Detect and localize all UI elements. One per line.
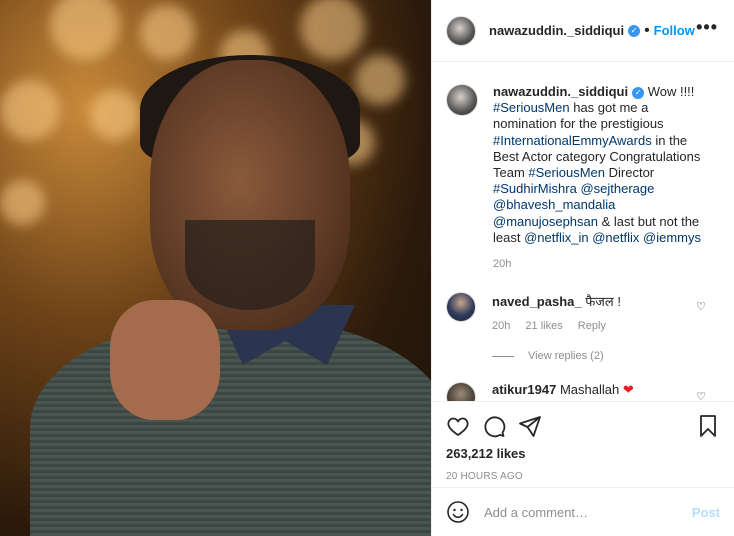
comment-text: Mashallah [559, 382, 620, 398]
caption-text-segment: Director [605, 165, 655, 181]
more-options-icon[interactable]: ••• [696, 18, 718, 36]
comment-username[interactable]: atikur1947 [492, 382, 556, 397]
separator-dot: • [644, 21, 650, 39]
bookmark-icon[interactable] [696, 414, 720, 438]
caption: nawazuddin._siddiqui ✓ Wow !!!! #SeriousM… [432, 62, 734, 272]
caption-tag-link[interactable]: @netflix_in [524, 230, 589, 245]
share-send-icon[interactable] [518, 414, 542, 438]
caption-tag-link[interactable]: @manujosephsan [493, 214, 598, 229]
add-comment-bar: Post [432, 487, 734, 536]
caption-text: nawazuddin._siddiqui ✓ Wow !!!! #SeriousM… [493, 84, 713, 272]
comment-meta: 20h 21 likes Reply [492, 320, 720, 332]
caption-tag-link[interactable]: @sejtherage [580, 181, 654, 196]
action-icons [432, 402, 734, 450]
post-sidebar: nawazuddin._siddiqui ✓ • Follow ••• nawa… [431, 0, 734, 536]
comment-text: फैजल ! [585, 294, 621, 310]
caption-tag-link[interactable]: #SeriousMen [493, 100, 570, 115]
caption-text-segment: Wow !!!! [647, 84, 695, 99]
instagram-post: nawazuddin._siddiqui ✓ • Follow ••• nawa… [0, 0, 734, 536]
comment-username[interactable]: naved_pasha_ [492, 294, 582, 309]
divider [492, 355, 514, 357]
verified-badge-icon: ✓ [632, 86, 645, 99]
red-heart-emoji-icon: ❤ [622, 382, 634, 398]
verified-badge-icon: ✓ [628, 24, 641, 37]
comments-list[interactable]: nawazuddin._siddiqui ✓ Wow !!!! #SeriousM… [432, 62, 734, 402]
avatar[interactable] [446, 15, 476, 46]
like-comment-heart-icon[interactable]: ♡ [696, 300, 706, 313]
post-comment-button[interactable]: Post [692, 505, 720, 520]
action-bar: 263,212 likes 20 HOURS AGO [432, 401, 734, 482]
likes-count[interactable]: 263,212 likes [432, 446, 734, 461]
comment-body: atikur1947 Mashallah ❤ [492, 382, 720, 402]
view-replies-button[interactable]: View replies (2) [492, 350, 734, 362]
comment-time[interactable]: 20h [492, 320, 510, 332]
caption-time[interactable]: 20h [493, 256, 713, 272]
header-username[interactable]: nawazuddin._siddiqui [489, 23, 624, 38]
post-image[interactable] [0, 0, 431, 536]
comment-body: naved_pasha_ फैजल ! 20h 21 likes Reply [492, 292, 720, 332]
post-age[interactable]: 20 HOURS AGO [432, 471, 734, 482]
avatar[interactable] [446, 292, 476, 323]
caption-username[interactable]: nawazuddin._siddiqui [493, 84, 628, 99]
comment-item: naved_pasha_ फैजल ! 20h 21 likes Reply ♡ [432, 292, 734, 332]
emoji-smiley-icon[interactable] [446, 500, 470, 524]
avatar[interactable] [446, 382, 476, 402]
comment-likes[interactable]: 21 likes [525, 320, 562, 332]
caption-body: Wow !!!! #SeriousMen has got me a nomina… [493, 84, 701, 245]
post-header: nawazuddin._siddiqui ✓ • Follow ••• [432, 0, 734, 62]
caption-tag-link[interactable]: @iemmys [643, 230, 701, 245]
caption-tag-link[interactable]: @netflix [592, 230, 639, 245]
caption-tag-link[interactable]: #SeriousMen [528, 165, 605, 180]
comment-item: atikur1947 Mashallah ❤ ♡ [432, 382, 734, 402]
reply-button[interactable]: Reply [578, 320, 606, 332]
comment-bubble-icon[interactable] [482, 414, 506, 438]
caption-tag-link[interactable]: #SudhirMishra [493, 181, 577, 196]
caption-tag-link[interactable]: @bhavesh_mandalia [493, 197, 615, 212]
avatar[interactable] [446, 84, 478, 116]
view-replies-label: View replies (2) [528, 350, 604, 363]
caption-tag-link[interactable]: #InternationalEmmyAwards [493, 133, 652, 148]
like-heart-icon[interactable] [446, 414, 470, 438]
comment-input[interactable] [482, 503, 692, 521]
follow-button[interactable]: Follow [654, 23, 695, 38]
